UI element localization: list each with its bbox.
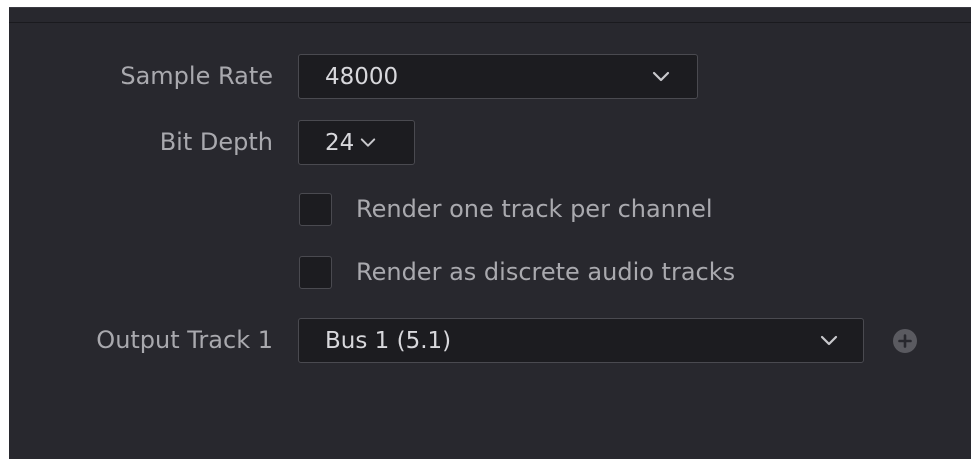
chevron-down-icon [820, 335, 838, 345]
sample-rate-label: Sample Rate [120, 62, 273, 90]
sample-rate-select[interactable]: 48000 [298, 54, 698, 99]
bit-depth-select[interactable]: 24 [298, 120, 415, 165]
output-track-value: Bus 1 (5.1) [325, 327, 452, 354]
output-track-select[interactable]: Bus 1 (5.1) [298, 318, 864, 363]
bit-depth-value: 24 [325, 129, 355, 156]
render-per-channel-checkbox[interactable] [299, 193, 332, 226]
chevron-down-icon [652, 71, 670, 81]
add-output-track-button[interactable] [893, 329, 917, 353]
bit-depth-label: Bit Depth [159, 128, 273, 156]
screenshot-frame: Sample Rate 48000 Bit Depth 24 Render on… [0, 0, 971, 459]
sample-rate-value: 48000 [325, 63, 399, 90]
plus-icon [898, 334, 912, 348]
output-track-label: Output Track 1 [96, 326, 273, 354]
chevron-down-icon [360, 137, 376, 147]
render-per-channel-label: Render one track per channel [356, 195, 713, 223]
render-discrete-label: Render as discrete audio tracks [356, 258, 736, 286]
render-discrete-checkbox[interactable] [299, 256, 332, 289]
panel-divider [9, 22, 971, 23]
